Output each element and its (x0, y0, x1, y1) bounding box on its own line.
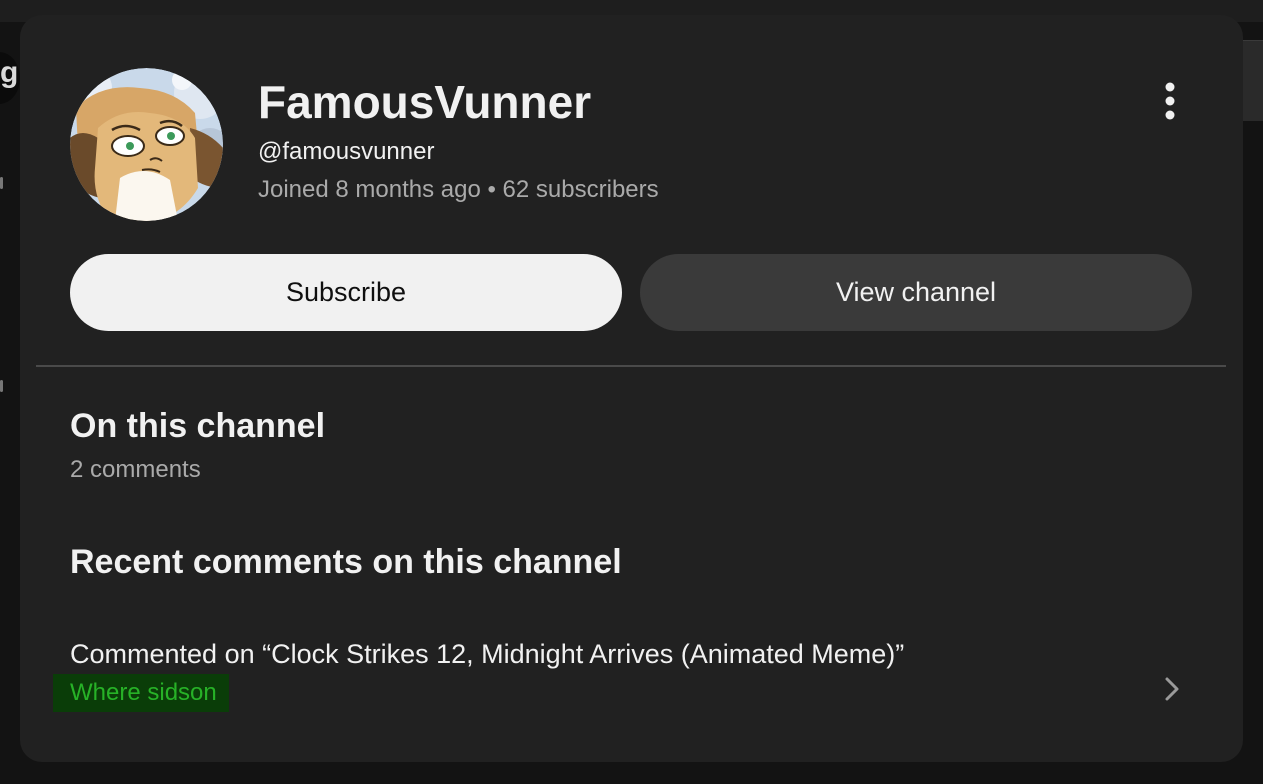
channel-handle: @famousvunner (258, 138, 435, 165)
channel-avatar[interactable] (70, 68, 223, 221)
channel-info-card: FamousVunner @famousvunner Joined 8 mont… (20, 15, 1243, 762)
on-this-channel-heading: On this channel (70, 407, 326, 445)
recent-comment-item[interactable]: Commented on “Clock Strikes 12, Midnight… (50, 623, 1200, 723)
comment-text-highlighted: Where sidson (53, 674, 229, 712)
chevron-right-icon (1165, 677, 1179, 701)
view-channel-button[interactable]: View channel (640, 254, 1192, 331)
more-vertical-icon (1165, 82, 1175, 120)
subscribe-button-label: Subscribe (285, 277, 407, 307)
comment-video-title: Commented on “Clock Strikes 12, Midnight… (70, 639, 905, 669)
divider (36, 365, 1226, 367)
channel-join-subscribers: Joined 8 months ago • 62 subscribers (258, 176, 659, 203)
background-marker (0, 177, 3, 189)
channel-name: FamousVunner (258, 76, 592, 128)
more-options-button[interactable] (1150, 77, 1190, 125)
background-panel-peek (1240, 40, 1263, 121)
comment-count: 2 comments (70, 456, 201, 483)
view-channel-button-label: View channel (835, 277, 997, 307)
page: g FamousVunner @famousvunner Joined 8 mo… (0, 0, 1263, 784)
background-glyph: g (0, 56, 19, 89)
background-marker (0, 380, 3, 392)
recent-comments-heading: Recent comments on this channel (70, 543, 622, 581)
subscribe-button[interactable]: Subscribe (70, 254, 622, 331)
furry-character-avatar-icon (70, 68, 223, 221)
